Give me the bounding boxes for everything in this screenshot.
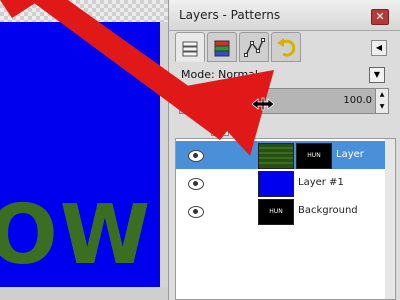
- lock-alpha-icon[interactable]: [237, 118, 255, 136]
- image-canvas[interactable]: OW: [0, 22, 160, 287]
- layer-name[interactable]: Background: [298, 205, 358, 216]
- layer-thumbnail: [258, 171, 294, 197]
- opacity-value: 100.0: [343, 95, 372, 106]
- chevron-down-icon: ▼: [373, 70, 381, 79]
- layer-name[interactable]: Layer: [336, 149, 364, 160]
- undo-history-icon: [277, 38, 296, 57]
- tab-paths[interactable]: [239, 32, 269, 62]
- layer-thumbnail: HUN: [258, 199, 294, 225]
- resize-cursor-icon: [251, 97, 275, 111]
- eye-icon[interactable]: [188, 206, 204, 218]
- layers-icon: [182, 41, 198, 57]
- eye-icon[interactable]: [188, 178, 204, 190]
- canvas-text: OW: [0, 188, 153, 283]
- mode-row[interactable]: Mode: Normal ▼: [175, 66, 393, 84]
- dialog-title: Layers - Patterns: [179, 8, 281, 22]
- layer-thumbnail: [258, 143, 294, 169]
- tab-layers[interactable]: [175, 32, 205, 62]
- layer-name[interactable]: Layer #1: [298, 177, 344, 188]
- layer-list: HUN Layer Layer #1 HUN Background: [175, 138, 387, 300]
- opacity-label: Opacity: [184, 95, 223, 106]
- thumbnail-text: HUN: [269, 208, 283, 215]
- tab-menu-button[interactable]: ◀: [371, 40, 387, 56]
- opacity-spin-buttons[interactable]: ▲ ▼: [375, 88, 389, 114]
- layer-row[interactable]: HUN Background: [176, 197, 386, 225]
- tab-channels[interactable]: [207, 32, 237, 62]
- transparency-strip: [0, 0, 168, 22]
- layer-list-scrollbar[interactable]: [385, 138, 396, 300]
- tab-undo-history[interactable]: [271, 32, 301, 62]
- layer-mask-thumbnail: HUN: [296, 143, 332, 169]
- eye-icon[interactable]: [188, 150, 204, 162]
- lock-row: [175, 116, 395, 136]
- thumbnail-text: HUN: [307, 152, 321, 159]
- layer-row[interactable]: Layer #1: [176, 169, 386, 197]
- mode-dropdown-button[interactable]: ▼: [369, 67, 385, 83]
- dialog-tabs: ◀: [175, 32, 395, 62]
- opacity-slider[interactable]: Opacity 100.0: [179, 88, 377, 114]
- image-canvas-area[interactable]: OW: [0, 0, 168, 300]
- dialog-titlebar[interactable]: Layers - Patterns ✕: [169, 0, 400, 31]
- channels-icon: [214, 40, 230, 57]
- mode-select[interactable]: Mode: Normal: [181, 68, 258, 81]
- chevron-left-icon: ◀: [375, 43, 383, 52]
- pattern-thumbnail-icon: [259, 144, 293, 168]
- layer-row[interactable]: HUN Layer: [176, 141, 386, 169]
- canvas-bottom-border: [0, 287, 168, 300]
- lock-pixels-icon[interactable]: [211, 118, 229, 136]
- paths-icon: [244, 38, 265, 57]
- layers-dialog: Layers - Patterns ✕ ◀ Mode: Normal ▼ Opa…: [168, 0, 400, 300]
- close-button[interactable]: ✕: [371, 9, 389, 25]
- close-icon: ✕: [375, 10, 385, 23]
